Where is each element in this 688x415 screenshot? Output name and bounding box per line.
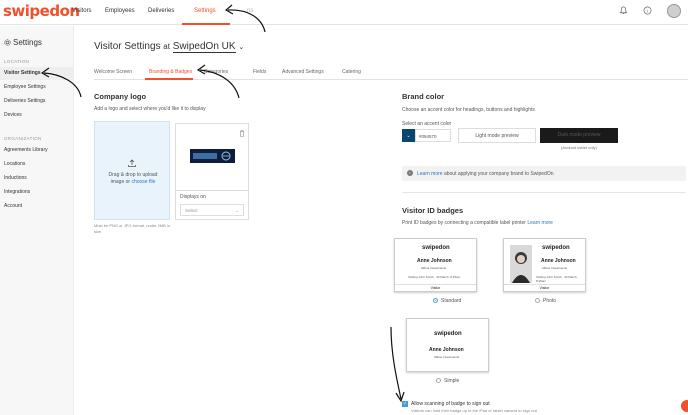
bell-icon[interactable]	[618, 5, 629, 16]
displays-on-select[interactable]: Select ⌄	[180, 204, 244, 216]
badges-desc: Print ID badges by connecting a compatib…	[402, 220, 553, 226]
badge-simple-preview[interactable]: swipedon Anne Johnson Allbus Investments	[406, 318, 489, 372]
sidebar-item-agreements[interactable]: Agreements Library	[4, 147, 48, 153]
badge-footer: Visitor	[395, 284, 476, 291]
badge-name: Anne Johnson	[429, 347, 464, 353]
badge-company: Allbus Investments	[542, 266, 568, 270]
badge-name: Anne Johnson	[541, 258, 576, 264]
badges-heading: Visitor ID badges	[402, 206, 464, 215]
uploaded-logo-card: Displays on Select ⌄	[175, 123, 249, 220]
upload-instructions: Drag & drop to upload image or choose fi…	[108, 172, 158, 185]
sidebar-item-locations[interactable]: Locations	[4, 161, 25, 167]
sidebar-item-deliveries-settings[interactable]: Deliveries Settings	[4, 98, 45, 104]
nav-active-indicator	[182, 23, 230, 25]
user-avatar[interactable]	[667, 4, 681, 18]
logo-preview-image	[190, 149, 235, 163]
location-selector[interactable]: SwipedOn UK	[172, 41, 236, 53]
nav-employees[interactable]: Employees	[105, 8, 135, 14]
badge-company: Allbus Investments	[434, 355, 460, 359]
radio-standard[interactable]	[433, 298, 438, 303]
logo-upload-dropzone[interactable]: Drag & drop to upload image or choose fi…	[94, 121, 170, 220]
settings-tabs: Welcome Screen Branding & Badges Categor…	[94, 66, 688, 80]
tab-welcome-screen[interactable]: Welcome Screen	[94, 69, 132, 75]
badge-footer: Visitor	[504, 284, 585, 291]
brand-color-desc: Choose an accent color for headings, but…	[402, 107, 535, 113]
badges-learn-more-link[interactable]: Learn more	[527, 220, 553, 226]
chevron-down-icon[interactable]: ⌄	[238, 44, 244, 51]
badge-company: Allbus Investments	[421, 266, 447, 270]
gear-icon	[4, 39, 11, 46]
sidebar-item-inductions[interactable]: Inductions	[4, 175, 27, 181]
tab-advanced-settings[interactable]: Advanced Settings	[282, 69, 324, 75]
badge-name: Anne Johnson	[417, 258, 452, 264]
svg-text:i: i	[647, 8, 648, 13]
company-logo-heading: Company logo	[94, 92, 147, 101]
trash-icon[interactable]	[239, 130, 245, 137]
brand-color-heading: Brand color	[402, 92, 445, 101]
chevron-down-icon: ⌄	[406, 132, 411, 139]
company-logo-desc: Add a logo and select where you'd like i…	[94, 106, 206, 112]
accent-hex-input[interactable]: #094570	[415, 129, 451, 142]
sidebar-section-organization: ORGANIZATION	[4, 136, 42, 141]
badge-logo: swipedon	[434, 331, 462, 337]
dark-mode-note: (Android tablet only)	[561, 145, 597, 150]
tab-fields[interactable]: Fields	[253, 69, 266, 75]
option-standard-label: Standard	[441, 298, 462, 304]
sidebar-section-location: LOCATION	[4, 59, 30, 64]
tab-active-indicator	[145, 78, 193, 80]
upload-icon	[128, 159, 136, 167]
dark-mode-preview-button[interactable]: Dark mode preview	[540, 128, 618, 143]
top-navbar: swipedon Visitors Employees Deliveries S…	[0, 0, 688, 25]
help-icon[interactable]: i	[642, 5, 653, 16]
branding-info-bar: i Learn more about applying your company…	[402, 166, 686, 181]
nav-visitors[interactable]: Visitors	[72, 8, 92, 14]
info-icon: i	[407, 170, 413, 176]
badge-logo: swipedon	[422, 245, 450, 251]
allow-scanning-label: Allow scanning of badge to sign out	[411, 401, 490, 407]
swipedon-logo[interactable]: swipedon	[3, 2, 80, 20]
radio-photo[interactable]	[535, 298, 540, 303]
displays-on-label: Displays on	[180, 194, 206, 200]
card-divider	[176, 190, 248, 191]
sidebar-item-integrations[interactable]: Integrations	[4, 189, 30, 195]
option-photo-label: Photo	[543, 298, 557, 304]
sidebar: Settings LOCATION Visitor Settings Emplo…	[0, 26, 74, 415]
nav-deliveries[interactable]: Deliveries	[148, 8, 174, 14]
nav-truncated: ns	[247, 8, 254, 14]
chevron-down-icon: ⌄	[235, 208, 239, 213]
section-divider	[402, 192, 686, 193]
sidebar-item-devices[interactable]: Devices	[4, 112, 22, 118]
badge-photo-preview[interactable]: swipedon Anne Johnson Allbus Investments…	[503, 238, 586, 292]
accent-color-swatch[interactable]: ⌄	[402, 129, 415, 142]
badge-photo	[510, 245, 532, 283]
sidebar-item-account[interactable]: Account	[4, 203, 22, 209]
sidebar-item-employee-settings[interactable]: Employee Settings	[4, 84, 46, 90]
tab-branding-badges[interactable]: Branding & Badges	[149, 69, 192, 75]
sidebar-item-visitor-settings[interactable]: Visitor Settings	[4, 70, 41, 76]
radio-simple[interactable]	[436, 378, 441, 383]
nav-settings[interactable]: Settings	[194, 8, 216, 14]
badge-visiting: Visiting John Smith · 30 March, 8:15am	[536, 275, 578, 283]
upload-format-note: Must be PNG or JPG format, under 2MB in …	[94, 223, 171, 234]
light-mode-preview-button[interactable]: Light mode preview	[458, 128, 536, 143]
choose-file-link[interactable]: choose file	[131, 179, 155, 185]
badge-standard-preview[interactable]: swipedon Anne Johnson Allbus Investments…	[394, 238, 477, 292]
sidebar-title: Settings	[4, 38, 42, 47]
accent-color-label: Select an accent color	[402, 121, 452, 127]
option-simple-label: Simple	[444, 378, 460, 384]
arrow-checkbox	[390, 326, 402, 400]
badge-logo: swipedon	[542, 245, 570, 251]
learn-more-link[interactable]: Learn more	[417, 171, 443, 177]
badge-visiting: Visiting John Smith · 30 March, 8:15am	[408, 275, 461, 279]
tab-categories[interactable]: Categories	[204, 69, 228, 75]
allow-scanning-desc: Visitors can hold their badge up to the …	[411, 408, 537, 413]
tab-catering[interactable]: Catering	[342, 69, 361, 75]
chat-help-bubble[interactable]	[681, 400, 688, 412]
allow-scanning-checkbox[interactable]: ✓	[402, 401, 408, 407]
page-title: Visitor Settings at SwipedOn UK ⌄	[94, 41, 245, 53]
